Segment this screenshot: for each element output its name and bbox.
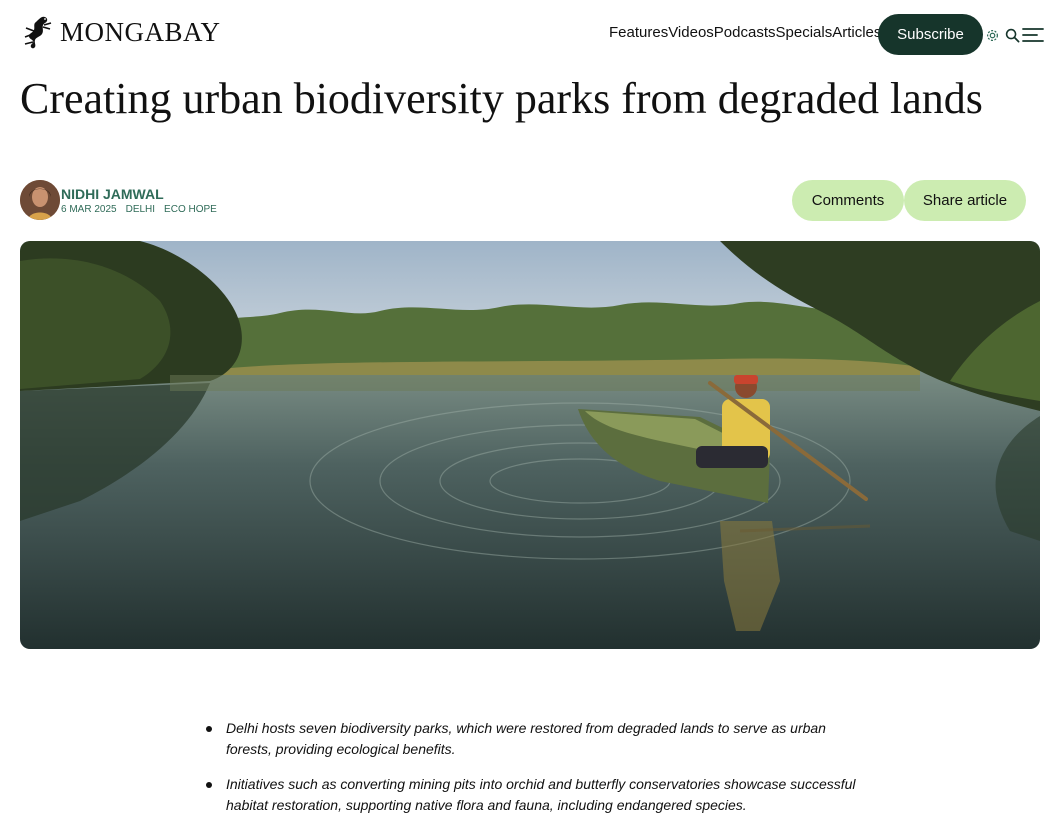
search-icon[interactable] [1003,26,1021,44]
article-summary: Delhi hosts seven biodiversity parks, wh… [206,718,866,830]
nav-podcasts[interactable]: Podcasts [714,24,776,41]
author-name[interactable]: NIDHI JAMWAL [61,186,164,202]
bullet-dot-icon [206,726,212,732]
nav-features[interactable]: Features [609,24,668,41]
tag-eco-hope[interactable]: ECO HOPE [164,204,217,215]
summary-text: Initiatives such as converting mining pi… [226,776,856,813]
subscribe-button[interactable]: Subscribe [878,14,983,55]
menu-icon[interactable] [1022,26,1044,44]
nav-articles[interactable]: Articles [832,24,881,41]
main-nav: Features Videos Podcasts Specials Articl… [609,24,881,41]
site-logo[interactable]: MONGABAY [20,14,221,50]
site-header: MONGABAY Features Videos Podcasts Specia… [0,0,1058,68]
nav-specials[interactable]: Specials [776,24,833,41]
summary-item: Delhi hosts seven biodiversity parks, wh… [206,718,866,760]
comments-button[interactable]: Comments [792,180,904,221]
publish-date: 6 MAR 2025 [61,204,117,215]
author-avatar[interactable] [20,180,60,220]
article-title: Creating urban biodiversity parks from d… [20,74,983,123]
summary-text: Delhi hosts seven biodiversity parks, wh… [226,720,826,757]
nav-videos[interactable]: Videos [668,24,714,41]
tag-delhi[interactable]: DELHI [126,204,155,215]
gear-icon[interactable] [983,26,1001,44]
share-article-button[interactable]: Share article [904,180,1026,221]
byline: NIDHI JAMWAL 6 MAR 2025 DELHI ECO HOPE [20,180,420,222]
hero-image [20,241,1040,649]
gecko-logo-icon [24,16,52,49]
logo-text: MONGABAY [60,16,221,47]
bullet-dot-icon [206,782,212,788]
article-meta: 6 MAR 2025 DELHI ECO HOPE [61,204,217,215]
